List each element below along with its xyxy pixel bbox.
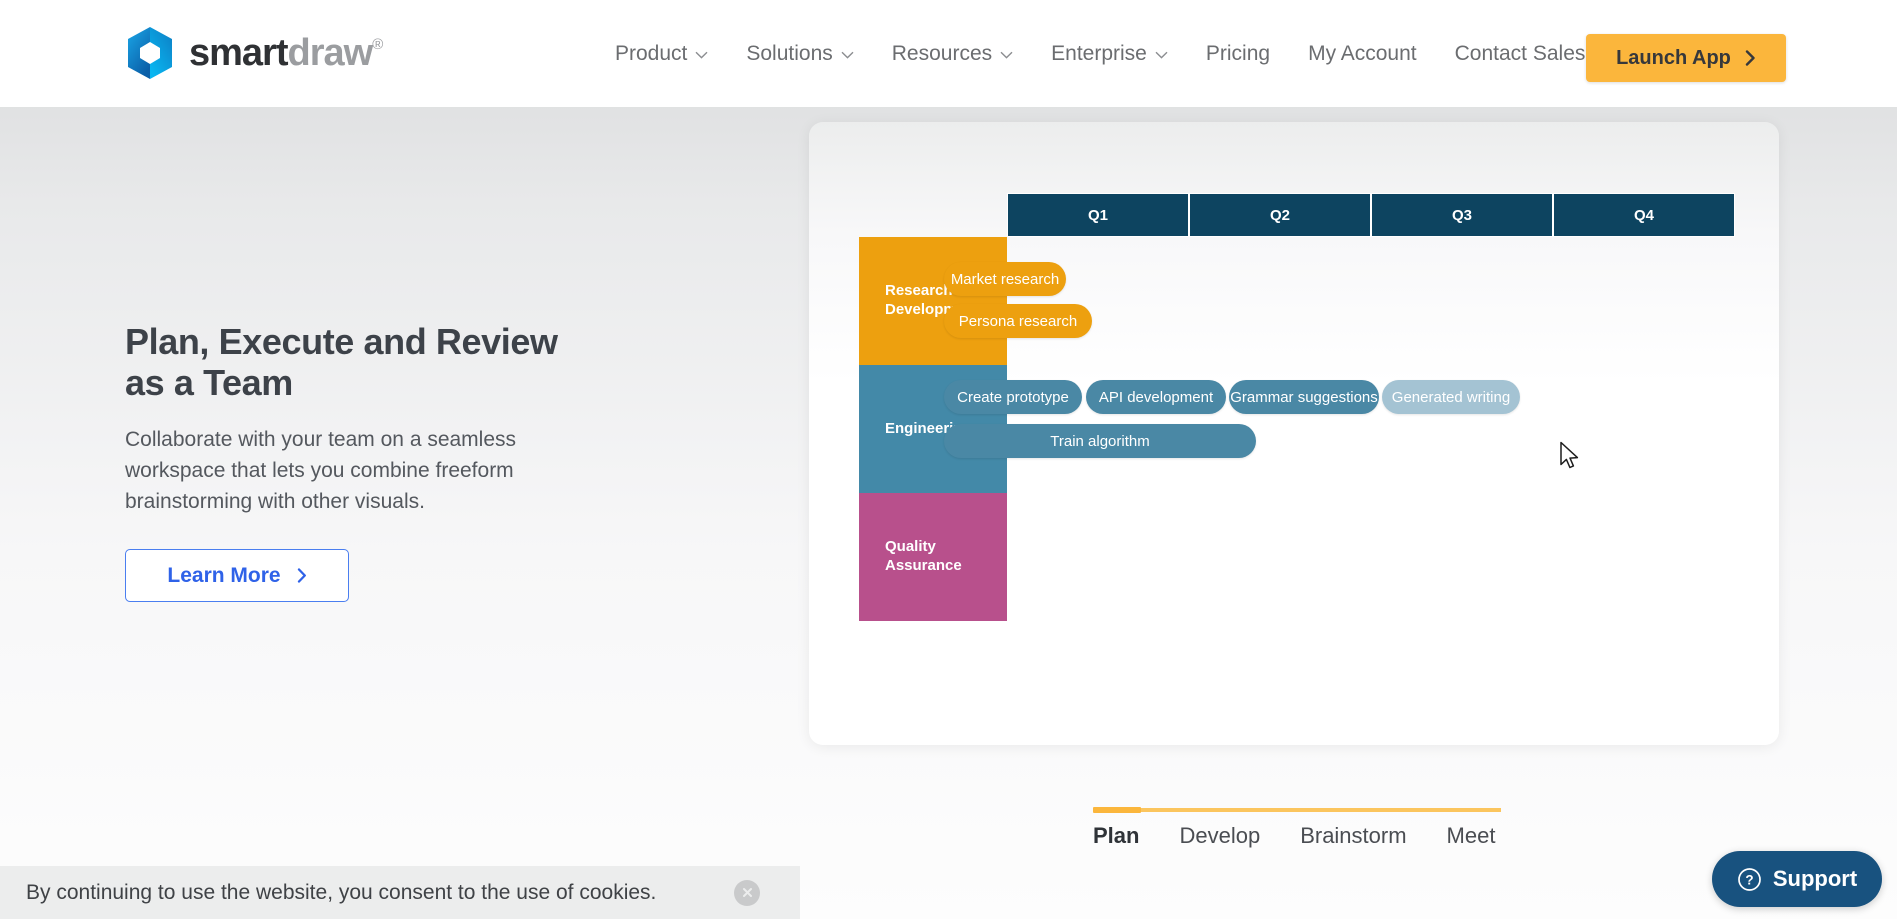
site-header: smartdraw® Product Solutions Resources E… [0,0,1897,107]
nav-item-enterprise[interactable]: Enterprise [1032,0,1187,107]
nav-item-pricing[interactable]: Pricing [1187,0,1289,107]
launch-app-label: Launch App [1616,46,1731,69]
chevron-right-icon [1745,50,1755,66]
cookie-close-button[interactable] [734,879,760,906]
hero-subtitle: Collaborate with your team on a seamless… [125,428,517,513]
gantt-task-bar[interactable]: Persona research [944,304,1092,338]
main-navigation: Product Solutions Resources Enterprise P [596,0,1604,107]
gantt-task-label: Grammar suggestions [1230,388,1378,406]
gantt-column-label: Q2 [1269,206,1290,224]
chevron-down-icon [695,51,708,59]
brand-trademark: ® [372,36,384,53]
gantt-column-label: Q1 [1087,206,1108,224]
nav-item-product[interactable]: Product [596,0,727,107]
nav-item-resources[interactable]: Resources [873,0,1032,107]
page-title: Plan, Execute and Review as a Team [125,321,605,403]
hero-text-block: Plan, Execute and Review as a Team Colla… [125,321,605,603]
hero-title-line-2: as a Team [125,361,293,403]
gantt-column-header[interactable]: Q4 [1553,193,1735,237]
nav-item-contact-sales[interactable]: Contact Sales [1436,0,1605,107]
chevron-down-icon [841,51,854,59]
brand-word-dark: smart [189,32,288,74]
gantt-column-label: Q3 [1451,206,1472,224]
nav-label: Solutions [746,42,833,65]
learn-more-label: Learn More [167,563,281,587]
close-icon [742,888,752,897]
gantt-task-label: Market research [950,270,1060,288]
gantt-task-bar[interactable]: Generated writing [1382,380,1520,414]
learn-more-button[interactable]: Learn More [125,549,349,603]
brand-logo-link[interactable]: smartdraw® [125,26,383,80]
tabs-active-indicator [1093,807,1141,813]
launch-app-button[interactable]: Launch App [1586,34,1786,82]
gantt-task-label: Generated writing [1391,388,1511,406]
chevron-down-icon [1155,51,1168,59]
svg-text:?: ? [1745,872,1753,887]
gantt-column-label: Q4 [1633,206,1654,224]
gantt-task-bar[interactable]: Create prototype [944,380,1082,414]
tabs-underline [1093,807,1501,813]
brand-word-light: draw [287,32,374,74]
question-mark-circle-icon: ? [1737,867,1761,891]
gantt-task-bar[interactable]: API development [1086,380,1226,414]
gantt-swimlane-label: Quality Assurance [885,538,962,574]
gantt-column-header[interactable]: Q1 [1007,193,1189,237]
tab-develop[interactable]: Develop [1179,823,1300,849]
nav-label: Product [615,42,688,65]
gantt-task-bar[interactable]: Train algorithm [944,424,1256,458]
nav-label: Resources [891,42,993,65]
tab-plan[interactable]: Plan [1093,823,1179,849]
tab-brainstorm[interactable]: Brainstorm [1300,823,1446,849]
gantt-task-bar[interactable]: Market research [944,262,1066,296]
gantt-column-header[interactable]: Q3 [1371,193,1553,237]
gantt-task-label: Train algorithm [1050,432,1150,450]
swimlane-gantt-chart: Q1Q2Q3Q4Research and DevelopmentEngineer… [809,122,1779,745]
nav-item-solutions[interactable]: Solutions [727,0,872,107]
nav-label: Enterprise [1051,42,1147,65]
gantt-task-label: Persona research [958,312,1078,330]
gantt-task-label: API development [1098,388,1214,406]
gantt-swimlane[interactable]: Quality Assurance [859,493,1007,621]
nav-item-my-account[interactable]: My Account [1289,0,1436,107]
nav-label: Contact Sales [1454,42,1586,65]
gantt-task-bar[interactable]: Grammar suggestions [1229,380,1379,414]
gantt-swimlane[interactable]: Research and Development [859,237,1007,365]
cookie-consent-banner: By continuing to use the website, you co… [0,866,800,919]
chevron-down-icon [1000,51,1013,59]
support-widget-button[interactable]: ? Support [1712,851,1882,907]
nav-label: My Account [1308,42,1417,65]
smartdraw-logo-icon [125,26,175,80]
diagram-preview-card: Q1Q2Q3Q4Research and DevelopmentEngineer… [809,122,1779,745]
cookie-consent-text: By continuing to use the website, you co… [26,880,657,904]
support-widget-label: Support [1772,866,1858,891]
preview-tabs: Plan Develop Brainstorm Meet [1093,807,1501,849]
tab-meet[interactable]: Meet [1447,823,1536,849]
gantt-task-label: Create prototype [957,388,1069,406]
tabs-row: Plan Develop Brainstorm Meet [1093,823,1501,849]
brand-wordmark: smartdraw® [189,34,383,72]
chevron-right-icon [297,568,306,583]
hero-title-line-1: Plan, Execute and Review [125,321,558,362]
gantt-column-header[interactable]: Q2 [1189,193,1371,237]
nav-label: Pricing [1205,42,1271,65]
